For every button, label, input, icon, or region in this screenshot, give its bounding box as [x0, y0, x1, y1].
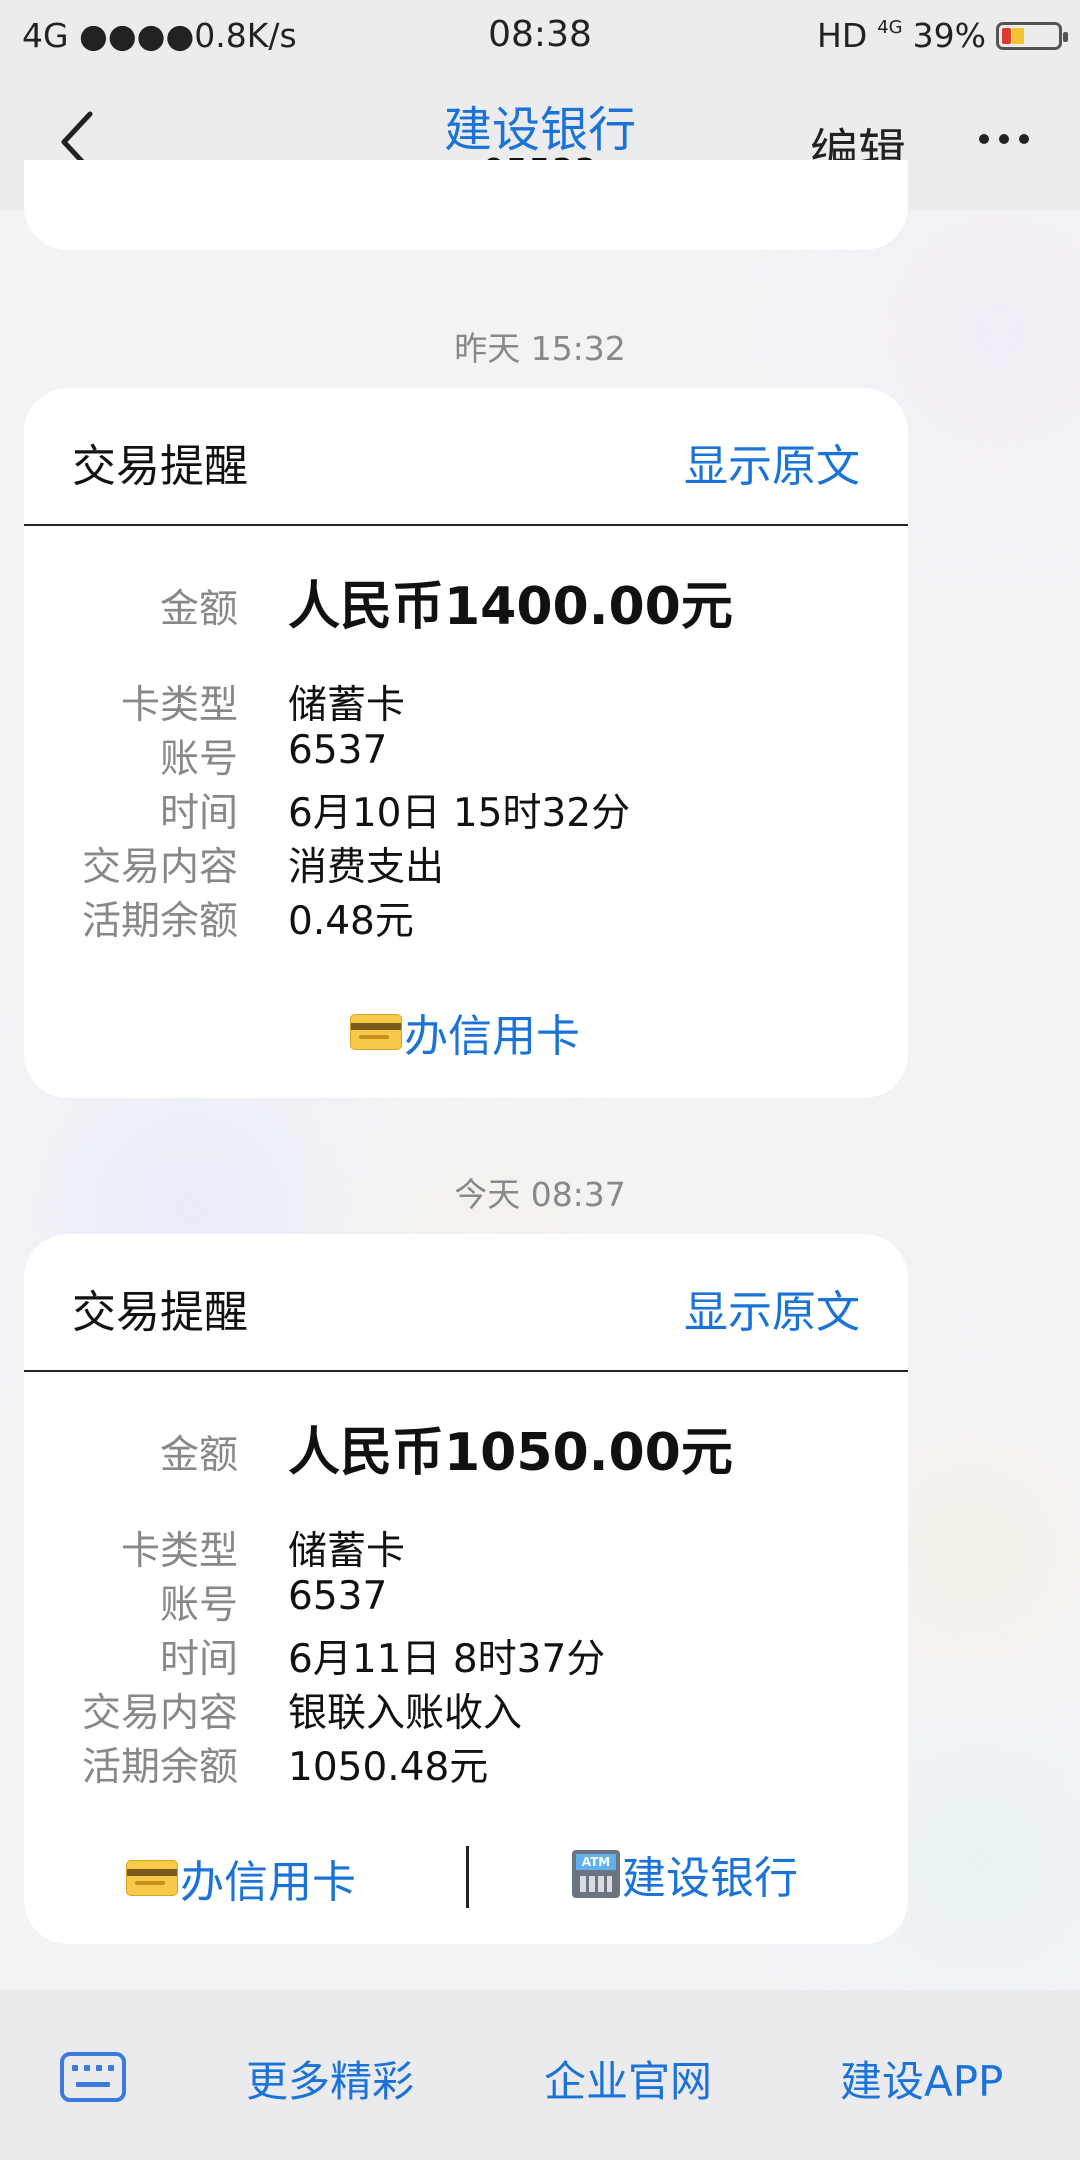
action-label: 办信用卡: [180, 1857, 356, 1908]
detail-label: 卡类型: [120, 1529, 238, 1574]
detail-value: 储蓄卡: [288, 1529, 406, 1574]
credit-card-icon: [350, 1014, 402, 1050]
detail-value: 储蓄卡: [288, 683, 406, 728]
ccb-link[interactable]: 建设银行: [572, 1842, 798, 1906]
action-label: 办信用卡: [404, 1011, 580, 1062]
network-type-indicator: 4G: [877, 16, 903, 38]
previous-message-card: [24, 160, 908, 250]
hd-indicator: HD: [817, 16, 868, 55]
detail-label: 交易内容: [81, 845, 238, 890]
detail-label: 账号: [159, 1583, 238, 1628]
detail-value: 消费支出: [288, 845, 445, 890]
message-date: 今天 08:37: [454, 1175, 626, 1214]
card-title: 交易提醒: [72, 1287, 248, 1338]
bottom-menu-bar: 更多精彩 企业官网 建设APP: [0, 1990, 1080, 2160]
apply-credit-card-link[interactable]: 办信用卡: [350, 1000, 580, 1064]
battery-percent: 39%: [912, 16, 986, 55]
show-original-link[interactable]: 显示原文: [684, 1276, 860, 1340]
detail-value: 0.48元: [288, 899, 414, 944]
detail-value: 1050.48元: [288, 1745, 489, 1790]
menu-official-website[interactable]: 企业官网: [544, 2048, 712, 2109]
detail-value: 6月11日 8时37分: [288, 1637, 606, 1682]
action-divider: [466, 1846, 469, 1908]
status-bar: 4G ●●●●0.8K/s 08:38 HD 4G 39%: [0, 0, 1080, 72]
menu-more-highlights[interactable]: 更多精彩: [246, 2048, 414, 2109]
card-header: 交易提醒 显示原文: [24, 1234, 908, 1372]
detail-label: 交易内容: [81, 1691, 238, 1736]
more-dots-icon[interactable]: [975, 122, 1035, 152]
card-title: 交易提醒: [72, 441, 248, 492]
message-date: 昨天 15:32: [454, 329, 626, 368]
status-right: HD 4G 39%: [817, 16, 1068, 55]
show-original-link[interactable]: 显示原文: [684, 430, 860, 494]
amount-value: 人民币1400.00元: [288, 577, 733, 637]
credit-card-icon: [126, 1860, 178, 1896]
detail-label: 时间: [159, 1637, 238, 1682]
menu-ccb-app[interactable]: 建设APP: [840, 2048, 1003, 2109]
background-blob: [880, 1760, 1080, 1960]
detail-label: 活期余额: [81, 1745, 238, 1790]
amount-label: 金额: [159, 1433, 238, 1478]
battery-icon: [996, 21, 1068, 50]
detail-label: 活期余额: [81, 899, 238, 944]
atm-icon: [572, 1850, 620, 1898]
detail-label: 时间: [159, 791, 238, 836]
card-actions: 办信用卡 建设银行: [24, 1846, 908, 1916]
card-actions: 办信用卡: [24, 1000, 908, 1070]
action-label: 建设银行: [622, 1853, 798, 1904]
detail-value: 6月10日 15时32分: [288, 791, 631, 836]
detail-value: 6537: [288, 728, 388, 773]
detail-label: 账号: [159, 737, 238, 782]
amount-label: 金额: [159, 587, 238, 632]
message-card: 交易提醒 显示原文 金额 人民币1400.00元 卡类型 储蓄卡 账号 6537…: [24, 388, 908, 1098]
message-card: 交易提醒 显示原文 金额 人民币1050.00元 卡类型 储蓄卡 账号 6537…: [24, 1234, 908, 1944]
card-header: 交易提醒 显示原文: [24, 388, 908, 526]
contact-name: 建设银行: [443, 102, 636, 158]
amount-value: 人民币1050.00元: [288, 1423, 733, 1483]
detail-value: 银联入账收入: [288, 1691, 523, 1736]
keyboard-icon[interactable]: [60, 2052, 126, 2102]
detail-label: 卡类型: [120, 683, 238, 728]
detail-value: 6537: [288, 1574, 388, 1619]
apply-credit-card-link[interactable]: 办信用卡: [126, 1846, 356, 1910]
